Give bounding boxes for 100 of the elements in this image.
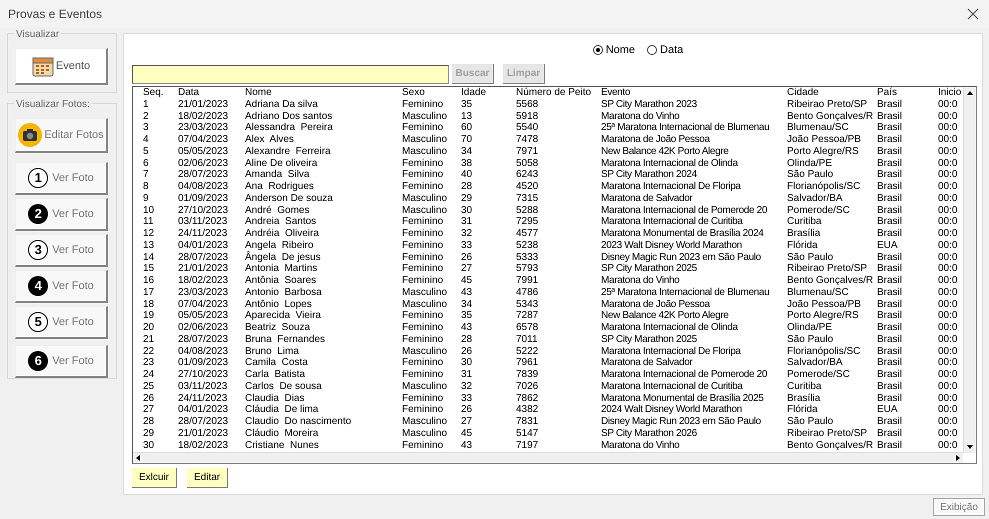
close-icon[interactable] — [967, 8, 979, 20]
table-cell-text: Masculino — [402, 110, 448, 122]
table-cell-text: 7831 — [516, 416, 540, 428]
view-photo-button[interactable]: 4 Ver Foto — [15, 270, 108, 303]
table-cell-text: 24 — [143, 369, 156, 381]
table-cell-text: 5058 — [516, 158, 540, 170]
table-cell-text: 30 — [461, 357, 474, 369]
table-cell-text: 00:0 — [938, 228, 958, 240]
table-cell-text: 5540 — [516, 122, 540, 134]
table-cell-text: 6578 — [516, 322, 540, 334]
column-header[interactable]: Seq. — [143, 87, 178, 99]
table-cell-text: Brasil — [877, 204, 904, 216]
table-cell-text: 00:0 — [938, 146, 958, 158]
table-cell-text: Feminino — [402, 216, 444, 228]
table-cell-text: Aline De oliveira — [245, 158, 318, 170]
table-cell-text: 21/01/2023 — [178, 98, 230, 110]
column-header[interactable]: Nome — [245, 87, 402, 99]
view-photo-button[interactable]: 6 Ver Foto — [15, 345, 108, 378]
table-cell-text: Maratona Internacional de Olinda — [601, 322, 739, 334]
table-cell-text: Brasília — [787, 228, 822, 240]
table-cell-text: 18/02/2023 — [178, 110, 230, 122]
table-cell-text: 6243 — [516, 169, 540, 181]
table-cell-text: Feminino — [402, 440, 444, 452]
table-cell-text: Aparecida Vieira — [245, 310, 322, 322]
table-cell-text: 32 — [461, 228, 474, 240]
column-header[interactable]: Inicio — [938, 87, 962, 99]
horizontal-scrollbar[interactable] — [133, 452, 963, 463]
view-photo-button[interactable]: 3 Ver Foto — [15, 234, 108, 267]
table-cell-text: Anderson De souza — [245, 192, 334, 204]
table-cell-text: São Paulo — [787, 416, 834, 428]
table-cell-text: Porto Alegre/RS — [787, 310, 860, 322]
table-cell-text: Cláudio Moreira — [245, 428, 320, 440]
action-button[interactable]: Exlcuir — [132, 468, 178, 488]
table-cell-text: Brasil — [877, 181, 904, 193]
table-cell-text: Masculino — [402, 298, 448, 310]
view-photo-button[interactable]: 1 Ver Foto — [15, 162, 108, 195]
event-button[interactable]: Evento — [15, 48, 108, 85]
edit-photos-button[interactable]: Editar Fotos — [15, 118, 108, 153]
table-cell-text: Maratona Internacional de Olinda — [601, 158, 739, 170]
action-button[interactable]: Editar — [187, 468, 228, 488]
table-cell-text: Ângela De jesus — [245, 252, 322, 264]
column-header[interactable]: País — [877, 87, 938, 99]
column-header[interactable]: Cidade — [787, 87, 877, 99]
table-cell-text: Feminino — [402, 252, 444, 264]
table-cell-text: 2 — [143, 110, 150, 122]
table-cell-text: Pomerode/SC — [787, 204, 851, 216]
table-cell-text: Feminino — [402, 169, 444, 181]
column-header[interactable]: Número de Peito — [516, 87, 601, 99]
table-cell-text: 16 — [143, 275, 156, 287]
view-photo-button[interactable]: 5 Ver Foto — [15, 306, 108, 339]
table-cell-text: 05/05/2023 — [178, 146, 230, 158]
column-header[interactable]: Evento — [601, 87, 787, 99]
search-field[interactable] — [132, 64, 449, 84]
table-cell-text: 45 — [461, 428, 474, 440]
table-cell-text: Masculino — [402, 380, 448, 392]
table-cell-text: 26 — [143, 392, 156, 404]
table-cell-text: 60 — [461, 122, 474, 134]
table-cell-text: 7 — [143, 169, 150, 181]
table-cell-text: 6 — [143, 158, 150, 170]
table-cell-text: Andréia Oliveira — [245, 228, 320, 240]
display-button[interactable]: Exibição — [933, 498, 985, 516]
table-cell-text: Brasil — [877, 192, 904, 204]
table-cell-text: 8 — [143, 181, 150, 193]
view-photo-button[interactable]: 2 Ver Foto — [15, 198, 108, 231]
table-cell-text: Beatriz Souza — [245, 322, 312, 334]
table-cell-text: Masculino — [402, 146, 448, 158]
table-cell-text: 5568 — [516, 98, 540, 110]
table-cell-text: Brasil — [877, 98, 904, 110]
table-cell-text: 35 — [461, 310, 474, 322]
table-cell-text: SP City Marathon 2023 — [601, 98, 698, 110]
table-cell-text: Amanda Silva — [245, 169, 310, 181]
column-header[interactable]: Idade — [461, 87, 516, 99]
table-cell-text: 03/11/2023 — [178, 216, 228, 228]
table-cell-text: Maratona Internacional De Floripa — [601, 181, 742, 193]
table-cell-text: Cristiane Nunes — [245, 440, 320, 452]
table-cell-text: 28/07/2023 — [178, 169, 230, 181]
radio-option[interactable]: Data — [647, 42, 684, 58]
table-cell-text: Masculino — [402, 416, 448, 428]
table-cell-text: Curitiba — [787, 216, 822, 228]
table-cell-text: Bruna Fernandes — [245, 334, 326, 346]
table-cell-text: 4786 — [516, 286, 540, 298]
column-header[interactable]: Sexo — [402, 87, 461, 99]
vertical-scrollbar[interactable] — [963, 87, 976, 453]
table-cell-text: 00:0 — [938, 392, 958, 404]
column-header[interactable]: Data — [178, 87, 245, 99]
table-cell-text: 00:0 — [938, 404, 958, 416]
table-cell-text: Feminino — [402, 158, 444, 170]
table-cell-text: 32 — [461, 380, 474, 392]
radio-option[interactable]: Nome — [592, 42, 636, 58]
table-cell-text: 00:0 — [938, 440, 958, 452]
table-cell-text: New Balance 42K Porto Alegre — [601, 310, 730, 322]
table-cell-text: Feminino — [402, 357, 444, 369]
table-cell-text: 5222 — [516, 346, 540, 358]
table-cell-text: 13 — [461, 110, 474, 122]
table-cell-text: Maratona do Vinho — [601, 110, 680, 122]
table-cell-text: 00:0 — [938, 169, 958, 181]
button-label: Ver Foto — [52, 242, 94, 258]
table-cell-text: Bento Gonçalves/R — [787, 110, 874, 122]
table-cell-text: Claudio Do nascimento — [245, 416, 352, 428]
table-cell-text: 27 — [143, 404, 156, 416]
